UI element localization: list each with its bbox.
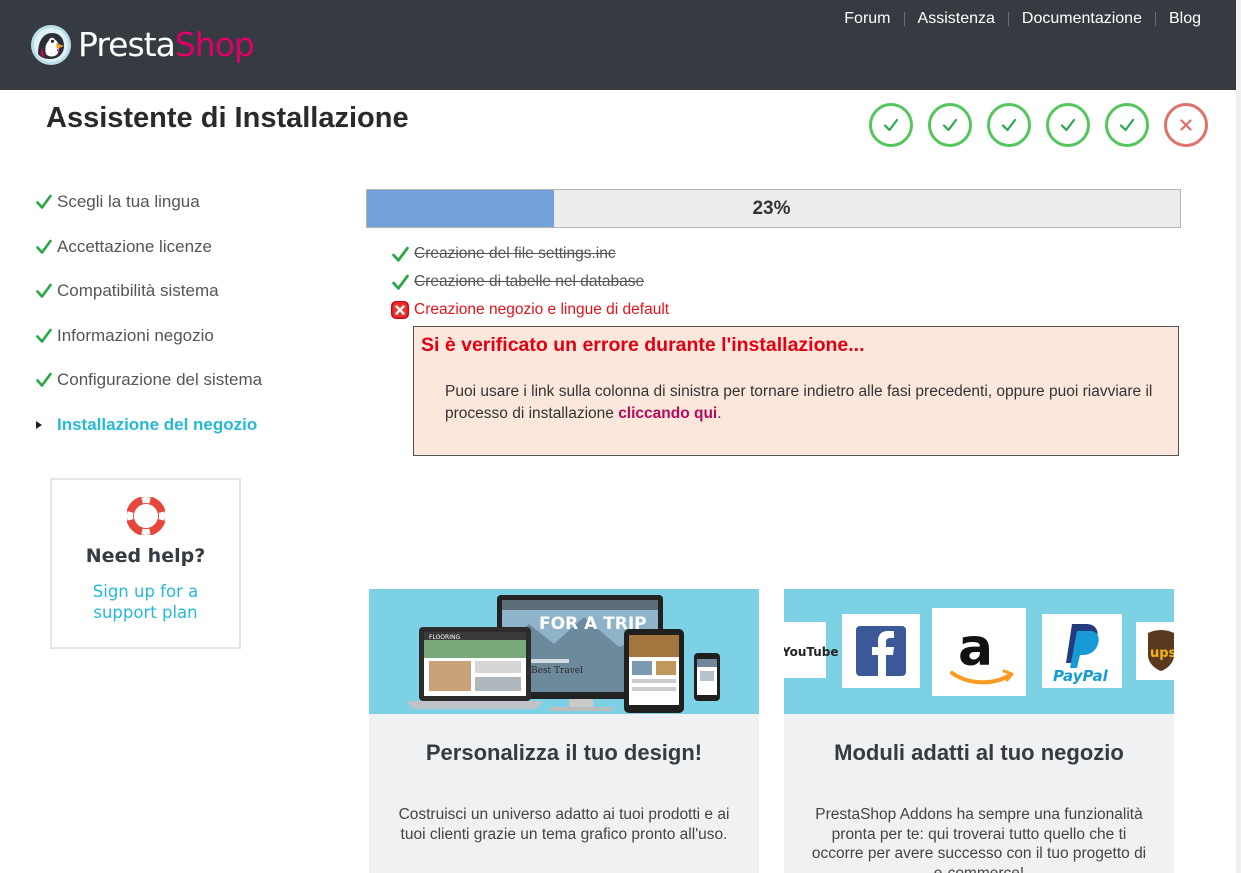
install-progress-bar: 23% xyxy=(366,189,1181,228)
checkmark-icon xyxy=(942,118,958,132)
support-plan-link[interactable]: Sign up for a support plan xyxy=(52,581,239,623)
error-message-end: . xyxy=(717,405,722,422)
lifebuoy-icon xyxy=(126,497,165,535)
checkmark-icon xyxy=(36,194,52,210)
logo-shop-text: Shop xyxy=(174,25,255,64)
step-indicator-2 xyxy=(928,103,972,147)
need-help-box[interactable]: Need help? Sign up for a support plan xyxy=(50,478,241,649)
step-indicator-1 xyxy=(869,103,913,147)
progress-percent: 23% xyxy=(752,198,791,219)
paypal-logo-text: PayPal xyxy=(1053,667,1109,685)
task-item: Creazione di tabelle nel database xyxy=(390,268,669,296)
install-task-list: Creazione del file settings.inc Creazion… xyxy=(390,240,669,324)
error-title: Si è verificato un errore durante l'inst… xyxy=(421,334,865,356)
sidebar-item-label: Informazioni negozio xyxy=(57,325,214,345)
sidebar-item-label: Compatibilità sistema xyxy=(57,281,219,301)
sidebar-item-store-install[interactable]: Installazione del negozio xyxy=(36,403,336,448)
error-icon xyxy=(390,300,410,320)
task-label: Creazione del file settings.inc xyxy=(414,245,616,262)
themes-devices-image: FOR A TRIP Best Travel FLOORING xyxy=(369,589,759,714)
page-scrollbar[interactable] xyxy=(1236,0,1241,873)
nav-forum-link[interactable]: Forum xyxy=(831,10,903,28)
nav-documentazione-link[interactable]: Documentazione xyxy=(1009,10,1155,28)
best-travel-text: Best Travel xyxy=(531,666,583,676)
support-plan-link-line1: Sign up for a xyxy=(92,582,199,601)
checkmark-icon xyxy=(1119,118,1135,132)
addons-brands-image: YouTube a PayPal ups xyxy=(784,589,1174,714)
checkmark-icon xyxy=(36,239,52,254)
error-message-box: Si è verificato un errore durante l'inst… xyxy=(413,326,1179,456)
devices-illustration: FOR A TRIP Best Travel FLOORING xyxy=(407,595,720,713)
prestashop-logo[interactable]: PrestaShop xyxy=(30,24,255,66)
sidebar-item-label: Scegli la tua lingua xyxy=(57,192,200,212)
step-indicator-3 xyxy=(987,103,1031,147)
sidebar-item-language[interactable]: Scegli la tua lingua xyxy=(36,180,336,225)
promo-card-modules[interactable]: YouTube a PayPal ups Moduli adatti al tu… xyxy=(784,589,1174,873)
card-text: PrestaShop Addons ha sempre una funziona… xyxy=(811,806,1147,873)
steps-sidebar: Scegli la tua lingua Accettazione licenz… xyxy=(36,180,336,447)
checkmark-icon xyxy=(36,372,52,388)
sidebar-item-label: Accettazione licenze xyxy=(57,236,212,256)
sidebar-item-store-info[interactable]: Informazioni negozio xyxy=(36,314,336,359)
nav-assistenza-link[interactable]: Assistenza xyxy=(905,10,1008,28)
sidebar-item-compatibility[interactable]: Compatibilità sistema xyxy=(36,269,336,314)
nav-blog-link[interactable]: Blog xyxy=(1156,10,1201,28)
card-title: Personalizza il tuo design! xyxy=(425,740,703,765)
svg-text:a: a xyxy=(958,618,993,678)
sidebar-item-license[interactable]: Accettazione licenze xyxy=(36,225,336,270)
puffin-logo-icon xyxy=(31,25,71,65)
flooring-text: FLOORING xyxy=(429,634,460,641)
step-indicators xyxy=(869,103,1208,147)
sidebar-item-label: Installazione del negozio xyxy=(57,414,258,434)
card-text: Costruisci un universo adatto ai tuoi pr… xyxy=(398,806,730,843)
task-label: Creazione di tabelle nel database xyxy=(414,273,645,290)
brands-illustration: YouTube a PayPal ups xyxy=(784,608,1174,696)
progress-label: 23% xyxy=(367,190,1180,227)
checkmark-icon xyxy=(1060,118,1076,132)
youtube-logo-text: YouTube xyxy=(784,645,839,659)
top-header: PrestaShop Forum Assistenza Documentazio… xyxy=(0,0,1236,90)
arrow-right-icon xyxy=(36,417,52,433)
installer-page: PrestaShop Forum Assistenza Documentazio… xyxy=(0,0,1241,873)
restart-install-link[interactable]: cliccando qui xyxy=(618,405,717,422)
checkmark-icon xyxy=(1001,118,1017,132)
promo-card-design[interactable]: FOR A TRIP Best Travel FLOORING Personal… xyxy=(369,589,759,873)
task-label: Creazione negozio e lingue di default xyxy=(414,301,670,318)
page-title: Assistente di Installazione xyxy=(46,102,409,134)
support-plan-link-line2: support plan xyxy=(93,603,198,622)
step-indicator-4 xyxy=(1046,103,1090,147)
sidebar-item-label: Configurazione del sistema xyxy=(57,370,263,390)
checkmark-icon xyxy=(390,244,410,264)
logo-wordmark: PrestaShop xyxy=(78,24,255,66)
checkmark-icon xyxy=(36,283,52,299)
help-title: Need help? xyxy=(85,545,206,567)
cross-icon xyxy=(1180,119,1192,131)
checkmark-icon xyxy=(883,118,899,132)
step-indicator-5 xyxy=(1105,103,1149,147)
ups-logo-text: ups xyxy=(1150,646,1174,661)
checkmark-icon xyxy=(36,328,52,343)
card-title: Moduli adatti al tuo negozio xyxy=(834,740,1124,765)
checkmark-icon xyxy=(390,272,410,292)
logo-presta-text: Presta xyxy=(78,25,176,64)
sidebar-item-system-config[interactable]: Configurazione del sistema xyxy=(36,358,336,403)
error-message: Puoi usare i link sulla colonna di sinis… xyxy=(445,381,1155,425)
task-item: Creazione del file settings.inc xyxy=(390,240,669,268)
top-nav: Forum Assistenza Documentazione Blog xyxy=(831,10,1201,28)
step-indicator-6-error xyxy=(1164,103,1208,147)
error-message-text: Puoi usare i link sulla colonna di sinis… xyxy=(445,383,1153,422)
task-item-error: Creazione negozio e lingue di default xyxy=(390,296,669,324)
